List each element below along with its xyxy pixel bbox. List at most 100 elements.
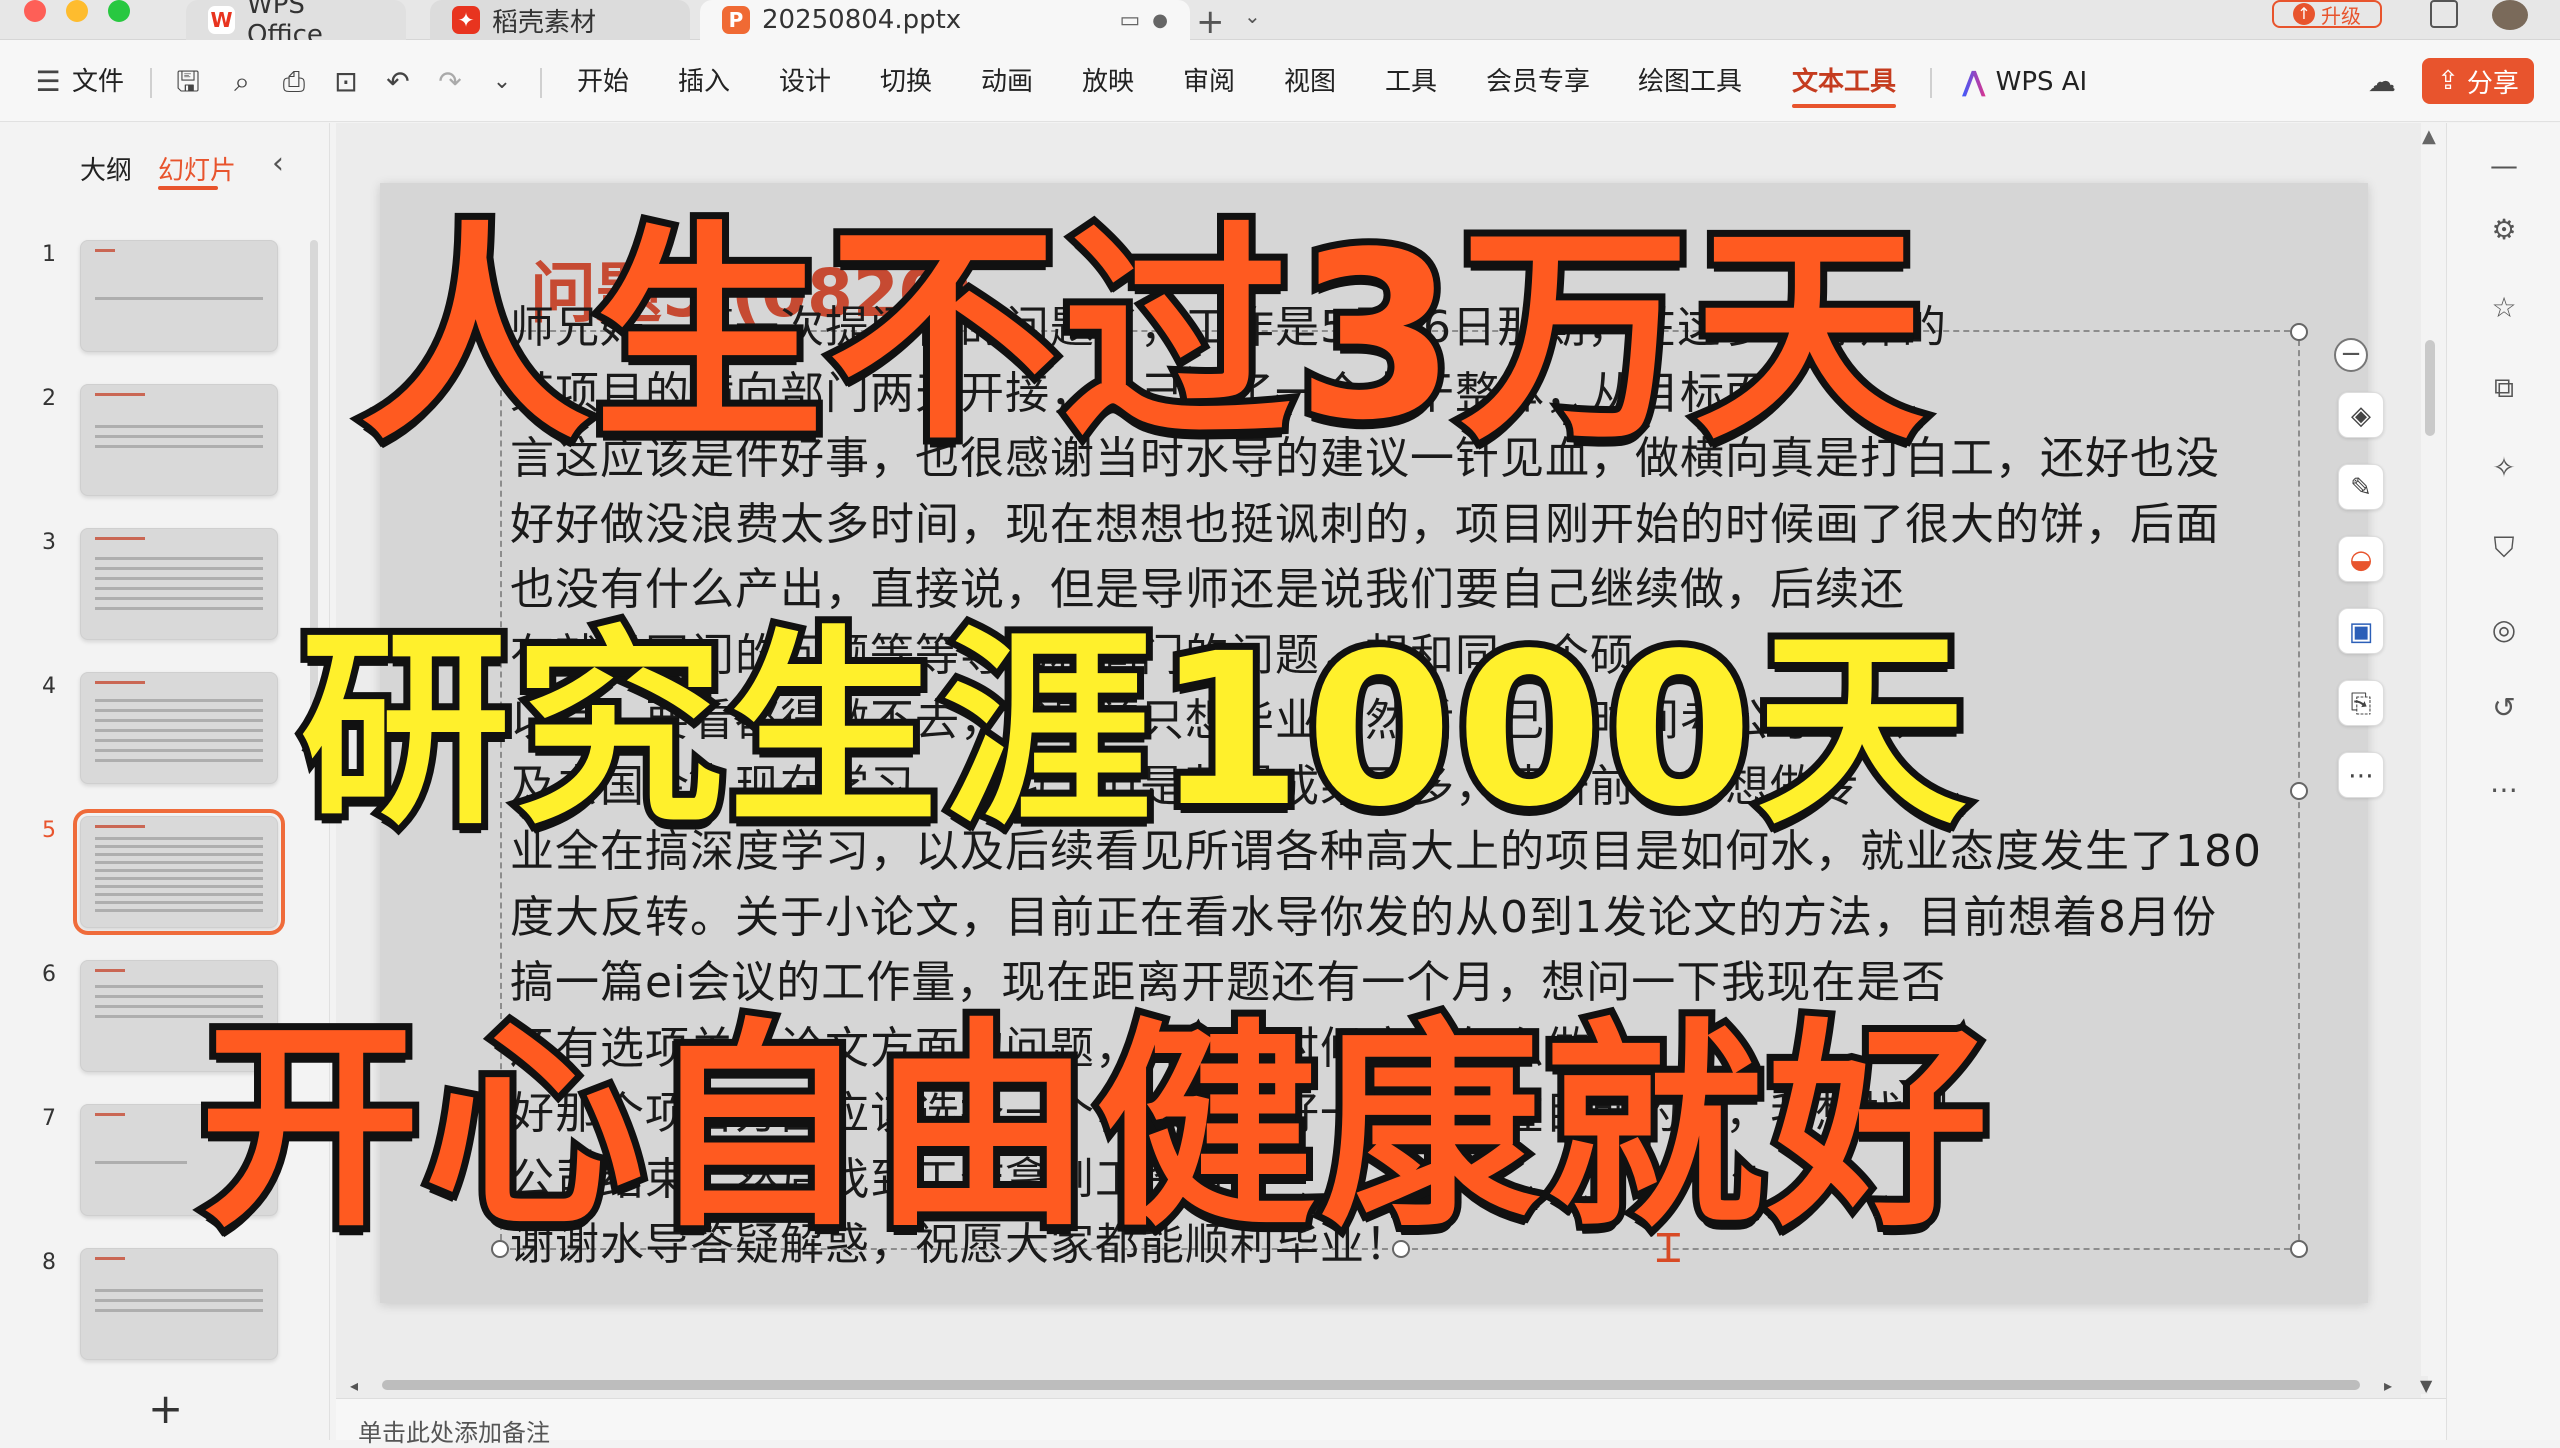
overlay-headline-3: 开心自由健康就好 <box>193 993 1995 1263</box>
slide-thumbnail[interactable] <box>80 528 278 640</box>
scroll-left-icon[interactable]: ◂ <box>350 1376 358 1395</box>
tab-text-tools[interactable]: 文本工具 <box>1792 62 1897 108</box>
tab-tools[interactable]: 工具 <box>1385 62 1437 102</box>
print-icon[interactable]: ⎙ <box>276 64 312 100</box>
share-label: 分享 <box>2466 68 2519 99</box>
slide-number: 5 <box>42 818 56 843</box>
cloud-upload-icon[interactable]: ☁ <box>2364 64 2400 100</box>
share-button[interactable]: ⇪ 分享 <box>2422 58 2534 104</box>
body-line: 度大反转。关于小论文，目前正在看水导你发的从0到1发论文的方法，目前想着8月份 <box>510 891 2217 943</box>
shirt-icon[interactable]: ⛉ <box>2486 530 2522 566</box>
save-icon[interactable]: 🖫 <box>170 64 206 100</box>
unsaved-dot-icon: ● <box>1152 9 1168 31</box>
tab-label: 稻壳素材 <box>492 7 597 38</box>
tab-pptx-file[interactable]: P 20250804.pptx ▭ ● <box>700 0 1190 40</box>
docer-icon: ✦ <box>452 6 480 34</box>
slide-number: 2 <box>42 386 56 411</box>
window-layout-icon[interactable] <box>2430 0 2458 28</box>
wand-icon[interactable]: ✧ <box>2486 450 2522 486</box>
upgrade-arrow-icon: ↑ <box>2293 3 2315 25</box>
slide-thumbnail[interactable] <box>80 384 278 496</box>
monitor-icon[interactable]: ▭ <box>1119 8 1140 33</box>
slide-number: 4 <box>42 674 56 699</box>
copy-icon[interactable]: ⧉ <box>2486 370 2522 406</box>
overlay-headline-1: 人生不过3万天 <box>353 197 1931 478</box>
slide-number: 3 <box>42 530 56 555</box>
pptx-file-icon: P <box>722 6 750 34</box>
fill-color-icon[interactable]: ◒ <box>2338 536 2384 582</box>
layers-icon[interactable]: ◈ <box>2338 392 2384 438</box>
upgrade-label: 升级 <box>2321 3 2361 28</box>
slide-number: 8 <box>42 1250 56 1275</box>
more-icon[interactable]: ⋯ <box>2486 772 2522 808</box>
scroll-right-icon[interactable]: ▸ <box>2384 1376 2392 1395</box>
maximize-window-button[interactable] <box>108 0 130 22</box>
menu-icon[interactable]: ☰ <box>30 64 66 100</box>
wps-ai-icon: ⋀ <box>1962 62 1986 102</box>
scroll-up-icon[interactable]: ▲ <box>2422 126 2436 147</box>
vertical-scrollbar[interactable] <box>2425 340 2435 436</box>
divider <box>540 68 542 98</box>
overlay-headline-2: 研究生涯1000天 <box>293 601 1973 860</box>
slide-number: 7 <box>42 1106 56 1131</box>
wps-ai-button[interactable]: ⋀ WPS AI <box>1962 62 2087 102</box>
tab-drawing-tools[interactable]: 绘图工具 <box>1638 62 1742 102</box>
window-titlebar: W WPS Office ✦ 稻壳素材 P 20250804.pptx ▭ ● … <box>0 0 2560 50</box>
slide-number: 1 <box>42 242 56 267</box>
history-icon[interactable]: ↺ <box>2486 690 2522 726</box>
slide-number: 6 <box>42 962 56 987</box>
tab-review[interactable]: 审阅 <box>1183 62 1235 102</box>
wps-ai-label: WPS AI <box>1995 67 2088 97</box>
notes-placeholder: 单击此处添加备注 <box>358 1419 550 1447</box>
more-options-icon[interactable]: ⋯ <box>2338 752 2384 798</box>
brush-icon[interactable]: ✎ <box>2338 464 2384 510</box>
tab-home[interactable]: 开始 <box>577 62 629 102</box>
text-effect-icon[interactable]: ⎘ <box>2338 680 2384 726</box>
tab-underline <box>158 186 218 190</box>
tab-slideshow[interactable]: 放映 <box>1082 62 1134 102</box>
tab-outline[interactable]: 大纲 <box>80 150 132 187</box>
tab-insert[interactable]: 插入 <box>678 62 730 102</box>
tab-view[interactable]: 视图 <box>1284 62 1336 102</box>
format-painter-icon[interactable]: ⌕ <box>224 64 260 100</box>
upgrade-button[interactable]: ↑ 升级 <box>2272 0 2382 28</box>
add-slide-button[interactable]: + <box>148 1384 183 1433</box>
scroll-down-icon[interactable]: ▼ <box>2420 1376 2432 1395</box>
new-tab-icon[interactable]: + <box>1196 2 1225 42</box>
chevron-down-icon[interactable]: ⌄ <box>1244 4 1261 28</box>
undo-icon[interactable]: ↶ <box>380 64 416 100</box>
tab-wps-office[interactable]: W WPS Office <box>186 0 406 50</box>
print-preview-icon[interactable]: ⊡ <box>328 64 364 100</box>
divider <box>150 68 152 98</box>
slide-thumbnail[interactable] <box>80 240 278 352</box>
notes-area[interactable]: 单击此处添加备注 <box>336 1398 2446 1447</box>
slide-thumbnail[interactable] <box>80 672 278 784</box>
ribbon-toolbar: ☰ 文件 🖫 ⌕ ⎙ ⊡ ↶ ↷ ⌄ 开始 插入 设计 切换 动画 放映 审阅 … <box>0 40 2560 122</box>
minimize-window-button[interactable] <box>66 0 88 22</box>
tab-slides[interactable]: 幻灯片 <box>158 150 236 187</box>
file-menu[interactable]: 文件 <box>72 62 124 102</box>
tab-design[interactable]: 设计 <box>779 62 831 102</box>
close-window-button[interactable] <box>24 0 46 22</box>
wps-logo-icon: W <box>208 6 235 34</box>
slide-thumbnail-selected[interactable] <box>73 809 285 935</box>
tab-animation[interactable]: 动画 <box>981 62 1033 102</box>
tab-member[interactable]: 会员专享 <box>1486 62 1590 102</box>
collapse-panel-icon[interactable]: ‹ <box>272 146 284 181</box>
divider <box>1930 68 1932 98</box>
tab-transition[interactable]: 切换 <box>880 62 932 102</box>
horizontal-scrollbar-thumb[interactable] <box>382 1380 2360 1390</box>
avatar[interactable] <box>2492 0 2528 30</box>
adjust-icon[interactable]: ⚙ <box>2486 212 2522 248</box>
palette-icon[interactable]: ◎ <box>2486 612 2522 648</box>
outline-icon[interactable]: ▣ <box>2338 608 2384 654</box>
star-icon[interactable]: ☆ <box>2486 290 2522 326</box>
body-line: 好好做没浪费太多时间，现在想想也挺讽刺的，项目刚开始的时候画了很大的饼，后面 <box>510 498 2220 550</box>
redo-icon[interactable]: ↷ <box>432 64 468 100</box>
more-dropdown-icon[interactable]: ⌄ <box>484 64 520 100</box>
tab-docer[interactable]: ✦ 稻壳素材 <box>430 0 690 40</box>
share-icon: ⇪ <box>2437 66 2459 96</box>
collapse-toolbar-icon[interactable]: − <box>2334 338 2368 372</box>
tab-label: 20250804.pptx <box>762 5 962 35</box>
minimize-rail-icon[interactable]: — <box>2486 148 2522 184</box>
